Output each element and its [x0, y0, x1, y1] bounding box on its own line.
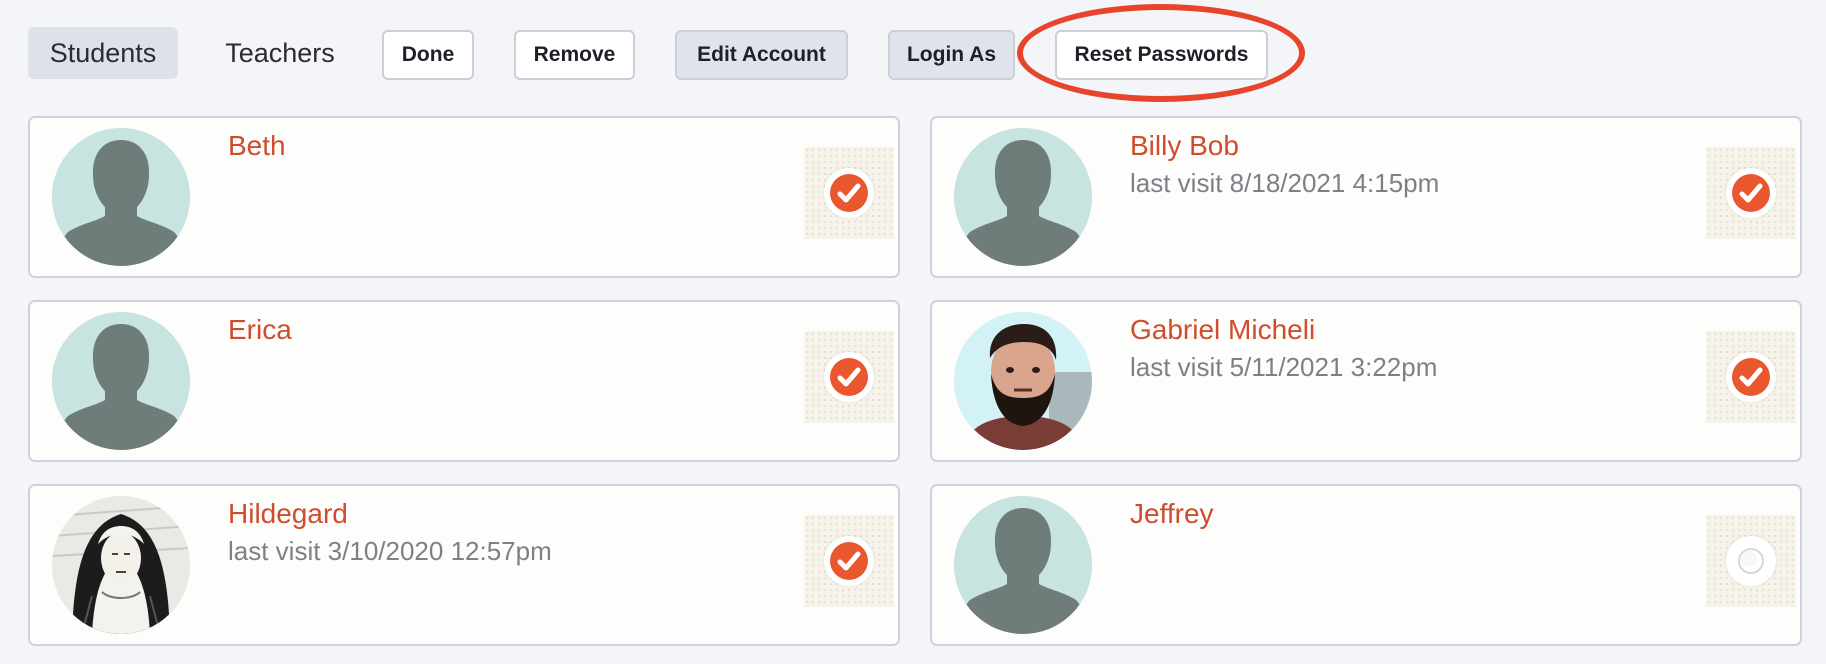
done-button[interactable]: Done [382, 30, 474, 80]
default-avatar-icon [954, 128, 1092, 266]
student-card[interactable]: Beth [28, 116, 900, 278]
default-avatar-icon [52, 128, 190, 266]
check-circle-icon [824, 352, 874, 402]
last-visit: last visit 8/18/2021 4:15pm [1130, 168, 1440, 198]
avatar [52, 128, 190, 266]
avatar [954, 496, 1092, 634]
profile-photo [954, 312, 1092, 450]
unchecked-circle-icon [1726, 536, 1776, 586]
avatar [954, 312, 1092, 450]
check-circle-icon [824, 536, 874, 586]
check-circle-icon [1726, 168, 1776, 218]
student-name: Billy Bob [1130, 130, 1239, 161]
tab-teachers[interactable]: Teachers [205, 27, 355, 79]
avatar [52, 312, 190, 450]
profile-engraving [52, 496, 190, 634]
student-card[interactable]: Erica [28, 300, 900, 462]
last-visit: last visit 3/10/2020 12:57pm [228, 536, 552, 566]
student-name: Hildegard [228, 498, 348, 529]
student-card[interactable]: Gabriel Micheli last visit 5/11/2021 3:2… [930, 300, 1802, 462]
check-circle-icon [1726, 352, 1776, 402]
avatar [954, 128, 1092, 266]
student-name: Gabriel Micheli [1130, 314, 1316, 345]
edit-account-button[interactable]: Edit Account [675, 30, 848, 80]
student-name: Erica [228, 314, 292, 345]
remove-button[interactable]: Remove [514, 30, 635, 80]
select-toggle[interactable] [804, 515, 894, 607]
reset-passwords-button[interactable]: Reset Passwords [1055, 30, 1268, 80]
check-circle-icon [824, 168, 874, 218]
select-toggle[interactable] [1706, 147, 1796, 239]
select-toggle[interactable] [1706, 515, 1796, 607]
default-avatar-icon [954, 496, 1092, 634]
toolbar: Students Teachers Done Remove Edit Accou… [0, 0, 1826, 110]
select-toggle[interactable] [804, 147, 894, 239]
student-card[interactable]: Jeffrey [930, 484, 1802, 646]
last-visit: last visit 5/11/2021 3:22pm [1130, 352, 1438, 382]
tab-students[interactable]: Students [28, 27, 178, 79]
avatar [52, 496, 190, 634]
student-card[interactable]: Hildegard last visit 3/10/2020 12:57pm [28, 484, 900, 646]
select-toggle[interactable] [1706, 331, 1796, 423]
student-name: Jeffrey [1130, 498, 1214, 529]
student-card[interactable]: Billy Bob last visit 8/18/2021 4:15pm [930, 116, 1802, 278]
select-toggle[interactable] [804, 331, 894, 423]
student-name: Beth [228, 130, 286, 161]
login-as-button[interactable]: Login As [888, 30, 1015, 80]
default-avatar-icon [52, 312, 190, 450]
